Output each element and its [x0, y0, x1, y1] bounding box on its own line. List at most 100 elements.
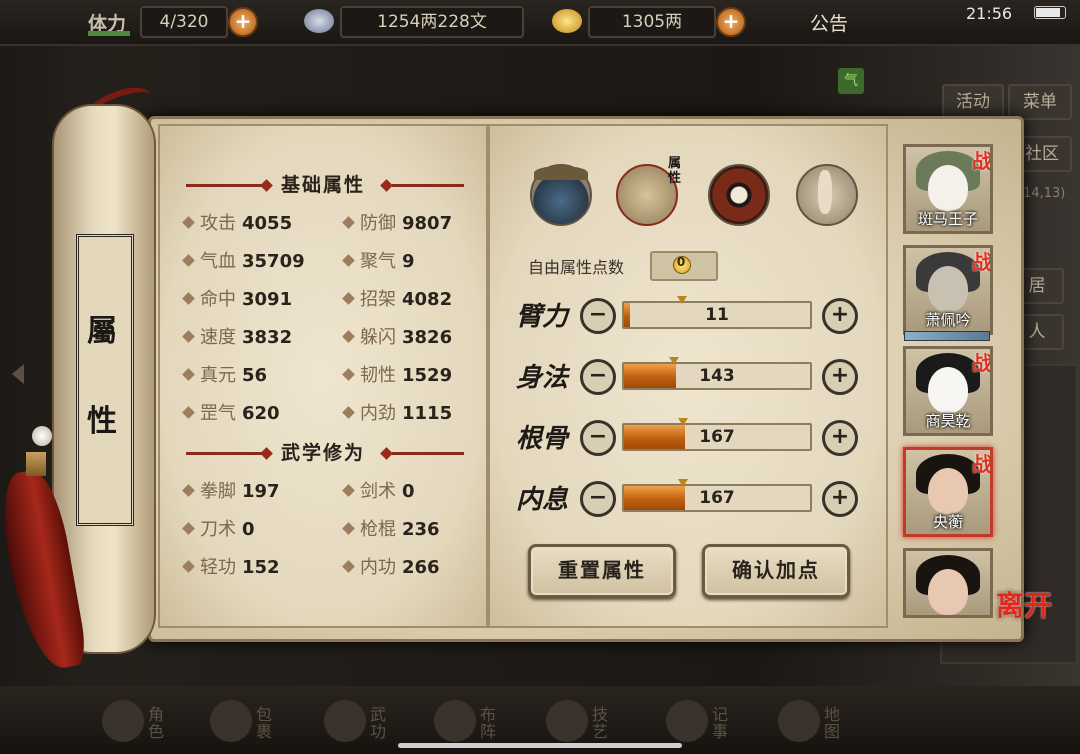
attr-value: 143: [699, 366, 735, 386]
attr-bar-1: 143: [622, 362, 812, 390]
left-arrow-icon[interactable]: [12, 364, 24, 384]
stat-label: 攻击: [200, 213, 236, 234]
stat-bullet-icon: [182, 292, 195, 305]
add-gold-button[interactable]: +: [716, 7, 746, 37]
increase-button[interactable]: +: [822, 298, 858, 334]
attr-label-1: 身法: [515, 363, 568, 393]
stat-value: 1529: [402, 365, 453, 386]
stat-8: 真元 56: [182, 361, 267, 391]
attr-label-3: 内息: [515, 485, 568, 515]
stat-0: 攻击 4055: [182, 209, 293, 239]
gold-value: 1305两: [588, 6, 716, 38]
journal-icon: [666, 700, 708, 742]
tab-attributes-label: 属性: [668, 156, 682, 186]
nav-formation[interactable]: 布阵: [428, 700, 538, 744]
stat-bullet-icon: [182, 368, 195, 381]
avatar: [928, 266, 968, 312]
martial-stat-3: 枪棍 236: [342, 515, 440, 545]
battle-badge: 战: [972, 351, 992, 375]
attr-value: 167: [699, 488, 735, 508]
increase-button[interactable]: +: [822, 481, 858, 517]
stat-2: 气血 35709: [182, 247, 305, 277]
silver-value: 1254两228文: [340, 6, 524, 38]
stat-bullet-icon: [182, 254, 195, 267]
attr-label-2: 根骨: [515, 424, 568, 454]
attr-bar-3: 167: [622, 484, 812, 512]
stat-bullet-icon: [342, 406, 355, 419]
stamina-gauge-icon: [88, 31, 130, 36]
stat-value: 266: [402, 557, 440, 578]
decrease-button[interactable]: −: [580, 481, 616, 517]
stat-label: 拳脚: [200, 481, 236, 502]
party-member-4[interactable]: [903, 548, 993, 618]
menu-button[interactable]: 菜单: [1008, 84, 1072, 120]
attr-marker-icon: [678, 418, 688, 426]
member-hp-bar: [904, 331, 990, 341]
party-member-3[interactable]: 战央蘅: [903, 447, 993, 537]
reset-attributes-button[interactable]: 重置属性: [528, 544, 676, 598]
stat-bullet-icon: [182, 522, 195, 535]
notice-button[interactable]: 公告: [810, 9, 848, 36]
stat-6: 速度 3832: [182, 323, 292, 353]
silver-ingot-icon: [304, 9, 334, 33]
activity-button[interactable]: 活动: [942, 84, 1004, 120]
map-coords: (14,13): [1018, 186, 1066, 201]
martial-header: 武学修为: [280, 442, 365, 464]
stat-value: 4055: [242, 213, 293, 234]
stat-bullet-icon: [342, 330, 355, 343]
stat-value: 0: [242, 519, 255, 540]
attr-value: 11: [705, 305, 729, 325]
stat-10: 罡气 620: [182, 399, 280, 429]
martial-header-line-right: [392, 452, 464, 455]
stat-label: 剑术: [360, 481, 396, 502]
stat-3: 聚气 9: [342, 247, 415, 277]
basic-header-line-left: [186, 184, 266, 187]
stat-value: 35709: [242, 251, 305, 272]
decrease-button[interactable]: −: [580, 420, 616, 456]
decrease-button[interactable]: −: [580, 298, 616, 334]
scroll-title-card: [76, 234, 134, 526]
battle-badge: 战: [972, 250, 992, 274]
confirm-points-button[interactable]: 确认加点: [702, 544, 850, 598]
stat-label: 内功: [360, 557, 396, 578]
leave-button[interactable]: 离开: [996, 584, 1056, 624]
avatar: [928, 569, 968, 615]
attr-value: 167: [699, 427, 735, 447]
nav-map[interactable]: 地图: [772, 700, 882, 744]
party-member-2[interactable]: 战商昊乾: [903, 346, 993, 436]
stat-9: 韧性 1529: [342, 361, 453, 391]
increase-button[interactable]: +: [822, 359, 858, 395]
martial-stat-0: 拳脚 197: [182, 477, 280, 507]
party-member-1[interactable]: 战萧佩吟: [903, 245, 993, 335]
increase-button[interactable]: +: [822, 420, 858, 456]
stat-bullet-icon: [342, 254, 355, 267]
stat-value: 3826: [402, 327, 453, 348]
stat-value: 620: [242, 403, 280, 424]
stat-label: 罡气: [200, 403, 236, 424]
stat-bullet-icon: [182, 484, 195, 497]
party-member-0[interactable]: 战斑马王子: [903, 144, 993, 234]
attr-marker-icon: [677, 296, 687, 304]
qi-icon[interactable]: 气: [838, 68, 864, 94]
battle-badge: 战: [972, 452, 992, 476]
nav-journal[interactable]: 记事: [660, 700, 770, 744]
martial-stat-5: 内功 266: [342, 553, 440, 583]
nav-role[interactable]: 角色: [96, 700, 206, 744]
nav-bag[interactable]: 包裹: [204, 700, 314, 744]
basic-attributes-header: 基础属性: [280, 174, 365, 196]
party-member-name: 斑马王子: [917, 210, 978, 228]
decrease-button[interactable]: −: [580, 359, 616, 395]
attr-label-0: 臂力: [515, 302, 568, 332]
stat-1: 防御 9807: [342, 209, 452, 239]
add-stamina-button[interactable]: +: [228, 7, 258, 37]
party-member-name: 央蘅: [932, 513, 963, 531]
battery-icon: [1034, 6, 1066, 19]
nav-craft[interactable]: 技艺: [540, 700, 650, 744]
tab-bagua-icon[interactable]: [708, 164, 770, 226]
stat-label: 韧性: [360, 365, 396, 386]
martial-header-line-left: [186, 452, 266, 455]
stat-bullet-icon: [182, 216, 195, 229]
nav-skills[interactable]: 武功: [318, 700, 428, 744]
stat-value: 1115: [402, 403, 453, 424]
free-points-value: 0: [676, 255, 686, 269]
